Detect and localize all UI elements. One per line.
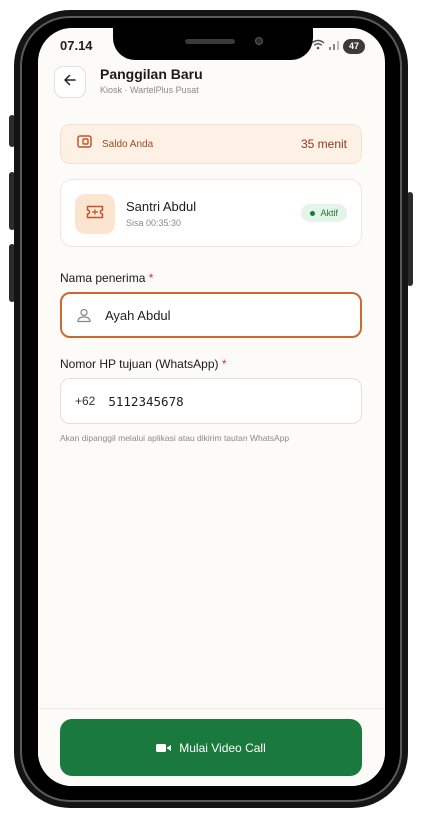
- wallet-icon: [77, 135, 92, 153]
- start-video-call-button[interactable]: Mulai Video Call: [60, 719, 362, 776]
- back-button[interactable]: [54, 66, 86, 98]
- front-camera: [255, 37, 263, 45]
- status-badge-label: Aktif: [320, 208, 338, 218]
- app-screen: 07.14 47 Panggilan Baru Kiosk · WartelPl…: [38, 28, 385, 786]
- ticket-icon: [86, 205, 104, 224]
- santri-remaining-time: Sisa 00:35:30: [126, 218, 182, 228]
- speaker-grille: [185, 39, 235, 44]
- phone-label: Nomor HP tujuan (WhatsApp) *: [60, 357, 227, 371]
- required-mark: *: [221, 357, 227, 371]
- santri-card: Santri Abdul Sisa 00:35:30 Aktif: [60, 179, 362, 247]
- status-time: 07.14: [60, 38, 93, 53]
- user-icon: [76, 307, 92, 323]
- page-title: Panggilan Baru: [100, 66, 203, 82]
- receiver-name-label: Nama penerima *: [60, 271, 153, 285]
- saldo-label: Saldo Anda: [102, 138, 154, 150]
- phone-field[interactable]: +62: [60, 378, 362, 424]
- start-video-call-label: Mulai Video Call: [179, 740, 266, 755]
- signal-icon: [329, 37, 339, 55]
- battery-indicator: 47: [343, 38, 365, 54]
- wifi-icon: [311, 37, 325, 55]
- saldo-banner: Saldo Anda 35 menit: [60, 124, 362, 164]
- receiver-name-label-text: Nama penerima: [60, 271, 146, 285]
- status-dot: [310, 210, 316, 216]
- santri-name: Santri Abdul: [126, 199, 197, 214]
- phone-label-text: Nomor HP tujuan (WhatsApp): [60, 357, 219, 371]
- phone-hint: Akan dipanggil melalui aplikasi atau dik…: [60, 433, 290, 443]
- receiver-name-input[interactable]: [105, 294, 360, 336]
- country-code-prefix: +62: [75, 394, 96, 408]
- arrow-left-icon: [63, 73, 77, 92]
- page-subtitle: Kiosk · WartelPlus Pusat: [100, 85, 199, 95]
- status-icons: 47: [311, 37, 365, 55]
- notch: [113, 28, 313, 60]
- receiver-name-field[interactable]: [60, 292, 362, 338]
- phone-input[interactable]: [108, 379, 361, 423]
- saldo-value: 35 menit: [300, 137, 347, 151]
- status-badge: Aktif: [301, 204, 347, 222]
- santri-avatar: [75, 194, 115, 234]
- video-camera-icon: [156, 743, 172, 753]
- required-mark: *: [148, 271, 154, 285]
